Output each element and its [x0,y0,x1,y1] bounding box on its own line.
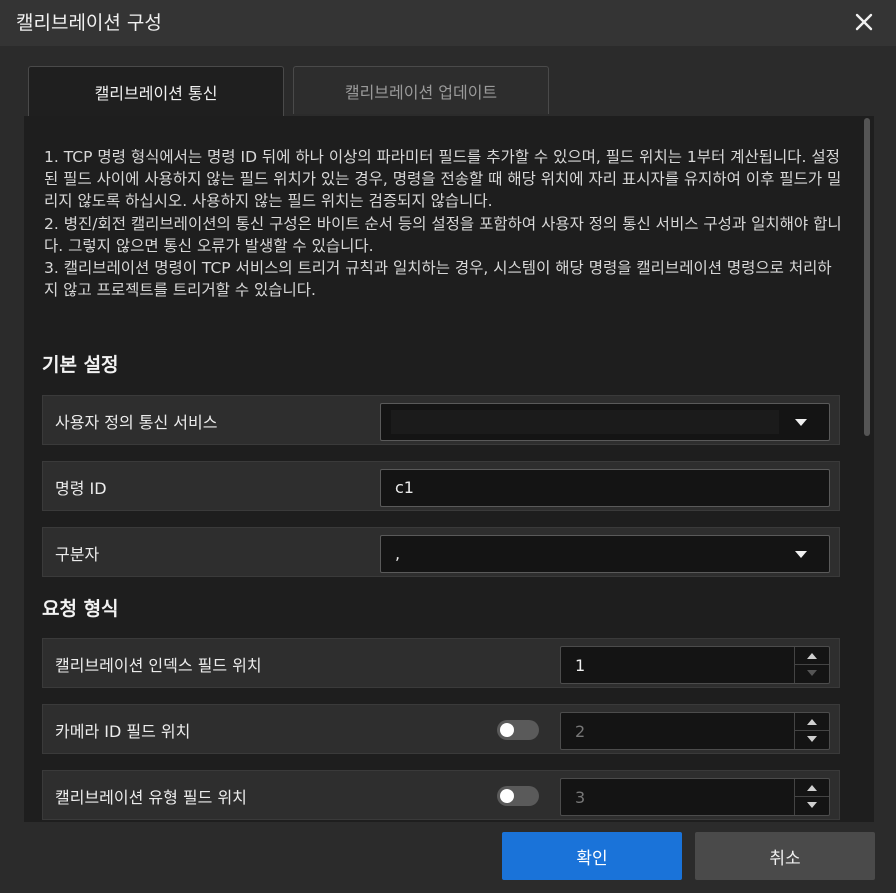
service-select-value-area [391,410,779,434]
chevron-up-icon [807,785,817,791]
type-field-stepper[interactable]: 3 [560,778,830,816]
info-notes: 1. TCP 명령 형식에서는 명령 ID 뒤에 하나 이상의 파라미터 필드를… [44,146,844,301]
service-label: 사용자 정의 통신 서비스 [55,413,218,432]
index-field-label: 캘리브레이션 인덱스 필드 위치 [55,656,262,675]
separator-label: 구분자 [55,545,100,564]
camera-field-row: 카메라 ID 필드 위치 2 [42,704,840,754]
camera-field-stepper[interactable]: 2 [560,712,830,750]
info-note-3: 3. 캘리브레이션 명령이 TCP 서비스의 트리거 규칙과 일치하는 경우, … [44,259,832,300]
close-icon [855,13,873,31]
service-select[interactable] [380,403,830,441]
content-panel: 1. TCP 명령 형식에서는 명령 ID 뒤에 하나 이상의 파라미터 필드를… [24,116,874,822]
camera-field-toggle[interactable] [497,720,539,740]
chevron-down-icon [795,551,807,558]
command-id-label: 명령 ID [55,479,107,498]
stepper-buttons [794,713,829,749]
separator-select[interactable]: , [380,535,830,573]
dialog-footer: 확인 취소 [0,822,896,893]
index-field-row: 캘리브레이션 인덱스 필드 위치 1 [42,638,840,688]
stepper-buttons [794,779,829,815]
basic-settings-title: 기본 설정 [42,354,119,376]
type-field-row: 캘리브레이션 유형 필드 위치 3 [42,770,840,820]
separator-row: 구분자 , [42,527,840,577]
separator-select-value: , [395,544,401,563]
decrement-button[interactable] [795,665,829,683]
stepper-buttons [794,647,829,683]
command-id-value: c1 [395,478,414,497]
chevron-up-icon [807,653,817,659]
toggle-knob [500,789,514,803]
camera-field-value: 2 [575,722,586,741]
command-id-input[interactable]: c1 [380,469,830,507]
toggle-knob [500,723,514,737]
ok-button[interactable]: 확인 [502,832,682,880]
increment-button[interactable] [795,779,829,797]
type-field-label: 캘리브레이션 유형 필드 위치 [55,788,247,807]
tab-calibration-update[interactable]: 캘리브레이션 업데이트 [293,66,549,114]
type-field-toggle[interactable] [497,786,539,806]
index-field-stepper[interactable]: 1 [560,646,830,684]
service-row: 사용자 정의 통신 서비스 [42,395,840,445]
type-field-value: 3 [575,788,586,807]
scrollbar[interactable] [864,118,870,436]
tab-calibration-communication[interactable]: 캘리브레이션 통신 [28,66,284,116]
cancel-button[interactable]: 취소 [695,832,875,880]
info-note-1: 1. TCP 명령 형식에서는 명령 ID 뒤에 하나 이상의 파라미터 필드를… [44,148,842,211]
decrement-button[interactable] [795,797,829,815]
increment-button[interactable] [795,647,829,665]
chevron-down-icon [807,670,817,676]
request-format-title: 요청 형식 [42,598,119,620]
chevron-down-icon [807,736,817,742]
command-id-row: 명령 ID c1 [42,461,840,511]
index-field-value: 1 [575,656,586,675]
camera-field-label: 카메라 ID 필드 위치 [55,722,191,741]
chevron-up-icon [807,719,817,725]
chevron-down-icon [795,419,807,426]
close-button[interactable] [852,10,876,34]
info-note-2: 2. 병진/회전 캘리브레이션의 통신 구성은 바이트 순서 등의 설정을 포함… [44,214,842,255]
chevron-down-icon [807,802,817,808]
window-title: 캘리브레이션 구성 [16,12,162,34]
increment-button[interactable] [795,713,829,731]
decrement-button[interactable] [795,731,829,749]
title-bar: 캘리브레이션 구성 [0,0,896,46]
